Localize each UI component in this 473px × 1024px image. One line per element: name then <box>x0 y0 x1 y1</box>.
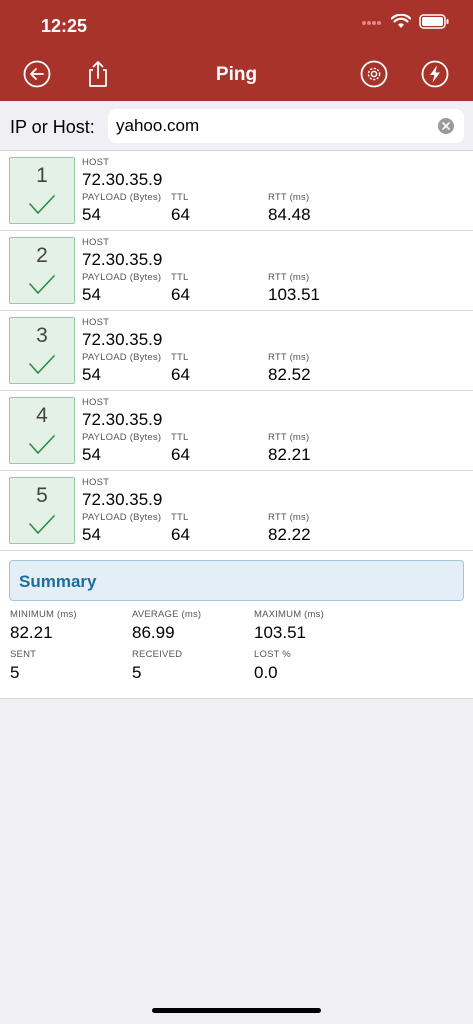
ttl-value: 64 <box>171 365 190 384</box>
host-value: 72.30.35.9 <box>82 170 163 189</box>
average-value: 86.99 <box>132 623 175 642</box>
ttl-value: 64 <box>171 525 190 544</box>
battery-icon <box>419 14 449 29</box>
sequence-badge: 2 <box>9 237 75 304</box>
payload-value: 54 <box>82 445 101 464</box>
host-label: HOST <box>82 317 110 328</box>
ttl-label: TTL <box>171 512 189 523</box>
ping-result-row[interactable]: 5 HOST 72.30.35.9 PAYLOAD (Bytes) 54 TTL… <box>0 471 473 551</box>
maximum-value: 103.51 <box>254 623 306 642</box>
summary-header: Summary <box>9 560 464 601</box>
minimum-label: MINIMUM (ms) <box>10 609 77 620</box>
payload-label: PAYLOAD (Bytes) <box>82 352 162 363</box>
rtt-value: 103.51 <box>268 285 320 304</box>
sequence-number: 4 <box>36 404 48 427</box>
home-indicator <box>152 1008 321 1013</box>
host-input[interactable] <box>116 109 426 143</box>
rtt-value: 82.52 <box>268 365 311 384</box>
payload-label: PAYLOAD (Bytes) <box>82 512 162 523</box>
sequence-badge: 4 <box>9 397 75 464</box>
checkmark-icon <box>29 515 55 534</box>
host-label: HOST <box>82 477 110 488</box>
lightning-icon <box>421 60 449 88</box>
navigation-bar: 12:25 Ping <box>0 0 473 101</box>
ttl-value: 64 <box>171 205 190 224</box>
sequence-badge: 5 <box>9 477 75 544</box>
host-value: 72.30.35.9 <box>82 490 163 509</box>
sent-label: SENT <box>10 649 37 660</box>
host-label: HOST <box>82 157 110 168</box>
ttl-value: 64 <box>171 285 190 304</box>
ttl-label: TTL <box>171 192 189 203</box>
rtt-value: 84.48 <box>268 205 311 224</box>
ttl-label: TTL <box>171 432 189 443</box>
host-value: 72.30.35.9 <box>82 330 163 349</box>
quick-ping-button[interactable] <box>419 58 451 90</box>
host-value: 72.30.35.9 <box>82 410 163 429</box>
status-indicators <box>361 14 449 29</box>
status-time: 12:25 <box>41 16 88 36</box>
ping-results-list: 1 HOST 72.30.35.9 PAYLOAD (Bytes) 54 TTL… <box>0 151 473 551</box>
payload-value: 54 <box>82 365 101 384</box>
clear-icon <box>442 122 450 130</box>
sequence-number: 1 <box>36 164 48 187</box>
sent-value: 5 <box>10 663 20 682</box>
rtt-label: RTT (ms) <box>268 352 310 363</box>
maximum-label: MAXIMUM (ms) <box>254 609 324 620</box>
payload-value: 54 <box>82 285 101 304</box>
checkmark-icon <box>29 355 55 374</box>
sequence-number: 2 <box>36 244 48 267</box>
ping-result-row[interactable]: 1 HOST 72.30.35.9 PAYLOAD (Bytes) 54 TTL… <box>0 151 473 231</box>
average-label: AVERAGE (ms) <box>132 609 202 620</box>
sequence-number: 5 <box>36 484 48 507</box>
ttl-label: TTL <box>171 272 189 283</box>
rtt-label: RTT (ms) <box>268 272 310 283</box>
ping-result-row[interactable]: 2 HOST 72.30.35.9 PAYLOAD (Bytes) 54 TTL… <box>0 231 473 311</box>
checkmark-icon <box>29 275 55 294</box>
rtt-label: RTT (ms) <box>268 192 310 203</box>
rtt-value: 82.21 <box>268 445 311 464</box>
lost-value: 0.0 <box>254 663 278 682</box>
host-value: 72.30.35.9 <box>82 250 163 269</box>
received-value: 5 <box>132 663 142 682</box>
ttl-value: 64 <box>171 445 190 464</box>
host-search-bar: IP or Host: <box>0 101 473 151</box>
host-label: HOST <box>82 397 110 408</box>
host-label: IP or Host: <box>10 117 95 137</box>
minimum-value: 82.21 <box>10 623 53 642</box>
payload-label: PAYLOAD (Bytes) <box>82 272 162 283</box>
ping-result-row[interactable]: 4 HOST 72.30.35.9 PAYLOAD (Bytes) 54 TTL… <box>0 391 473 471</box>
clear-button[interactable] <box>438 118 454 134</box>
payload-label: PAYLOAD (Bytes) <box>82 192 162 203</box>
checkmark-icon <box>29 435 55 454</box>
sequence-badge: 3 <box>9 317 75 384</box>
rtt-label: RTT (ms) <box>268 432 310 443</box>
summary-title: Summary <box>19 572 97 591</box>
checkmark-icon <box>29 195 55 214</box>
wifi-icon <box>391 14 411 28</box>
payload-label: PAYLOAD (Bytes) <box>82 432 162 443</box>
host-field[interactable] <box>108 109 464 143</box>
ping-result-row[interactable]: 3 HOST 72.30.35.9 PAYLOAD (Bytes) 54 TTL… <box>0 311 473 391</box>
cellular-signal-icon <box>362 20 381 25</box>
settings-button[interactable] <box>358 58 390 90</box>
host-label: HOST <box>82 237 110 248</box>
ttl-label: TTL <box>171 352 189 363</box>
lost-label: LOST % <box>254 649 291 660</box>
gear-icon <box>360 60 388 88</box>
rtt-value: 82.22 <box>268 525 311 544</box>
sequence-number: 3 <box>36 324 48 347</box>
payload-value: 54 <box>82 205 101 224</box>
payload-value: 54 <box>82 525 101 544</box>
page-title: Ping <box>215 64 258 85</box>
received-label: RECEIVED <box>132 649 183 660</box>
sequence-badge: 1 <box>9 157 75 224</box>
rtt-label: RTT (ms) <box>268 512 310 523</box>
summary-section: Summary MINIMUM (ms) 82.21 AVERAGE (ms) … <box>0 551 473 699</box>
